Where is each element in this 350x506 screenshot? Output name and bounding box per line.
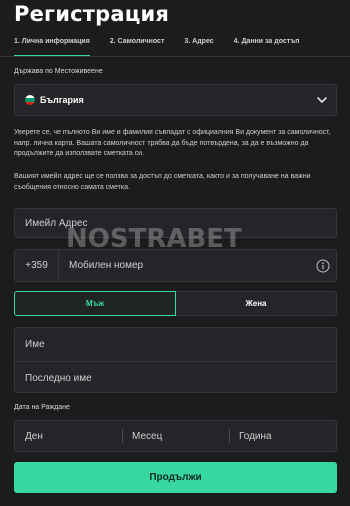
gender-toggle: Мъж Жена	[14, 291, 337, 316]
dob-day-placeholder: Ден	[25, 430, 43, 442]
email-placeholder: Имейл Адрес	[25, 217, 88, 229]
info-icon[interactable]	[316, 259, 330, 273]
phone-placeholder: Мобилен номер	[69, 260, 144, 271]
bulgaria-flag-icon	[25, 95, 35, 105]
chevron-down-icon	[317, 97, 327, 103]
dob-label: Дата на Раждане	[14, 404, 70, 411]
country-label: Държава по Местоживеене	[14, 68, 103, 75]
dob-day-field[interactable]: Ден	[15, 421, 122, 451]
dob-month-field[interactable]: Месец	[122, 421, 229, 451]
first-name-field[interactable]: Име	[15, 328, 336, 361]
step-progress: 1. Лична информация 2. Самоличност 3. Ад…	[0, 32, 350, 57]
step-address[interactable]: 3. Адрес	[184, 32, 213, 56]
last-name-field[interactable]: Последно име	[15, 361, 336, 394]
step-access-data[interactable]: 4. Данни за достъп	[234, 32, 300, 56]
dob-fields: Ден Месец Година	[14, 420, 337, 452]
phone-prefix[interactable]: +359	[15, 250, 59, 281]
dob-month-placeholder: Месец	[132, 430, 163, 442]
gender-male-button[interactable]: Мъж	[14, 291, 176, 316]
steps-divider	[0, 56, 350, 57]
identity-note: Уверете се, че пълното Ви име и фамилия …	[14, 129, 331, 157]
gender-female-button[interactable]: Жена	[176, 291, 337, 316]
email-note: Вашият имейл адрес ще се ползва за достъ…	[14, 173, 311, 191]
first-name-placeholder: Име	[25, 339, 45, 350]
name-fields: Име Последно име	[14, 327, 337, 393]
dob-year-field[interactable]: Година	[229, 421, 336, 451]
step-personal-info[interactable]: 1. Лична информация	[14, 32, 90, 57]
step-identity[interactable]: 2. Самоличност	[110, 32, 165, 56]
country-select[interactable]: България	[14, 84, 337, 116]
country-value: България	[40, 95, 84, 105]
dob-year-placeholder: Година	[239, 430, 272, 442]
email-field[interactable]: Имейл Адрес	[14, 208, 337, 238]
page-title: Регистрация	[14, 2, 170, 26]
continue-button[interactable]: Продължи	[14, 462, 337, 493]
phone-field[interactable]: +359 Мобилен номер	[14, 249, 337, 282]
last-name-placeholder: Последно име	[25, 372, 92, 384]
